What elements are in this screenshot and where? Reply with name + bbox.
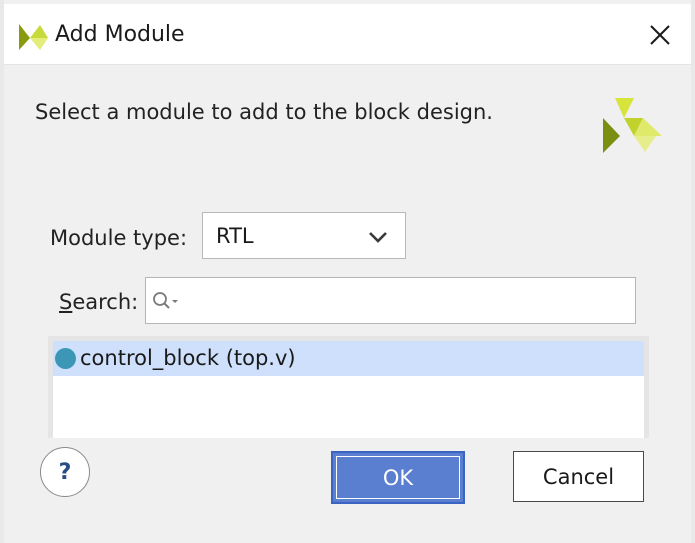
instruction-text: Select a module to add to the block desi… [35,100,493,124]
window-title: Add Module [55,22,185,47]
close-button[interactable] [645,20,675,50]
cancel-button[interactable]: Cancel [513,451,644,502]
help-button[interactable]: ? [40,447,90,497]
search-label-rest: earch: [72,290,139,314]
vivado-logo-icon [603,98,662,153]
ok-button-label: OK [336,456,460,499]
module-list-viewport: control_block (top.v) [53,341,644,438]
module-list[interactable]: control_block (top.v) [48,336,649,438]
vivado-logo-icon [19,24,48,50]
module-type-value: RTL [216,224,254,248]
module-type-label: Module type: [50,226,188,250]
module-status-icon [55,348,76,369]
module-type-select[interactable]: RTL [202,212,406,259]
dialog-border-right [691,0,695,543]
ok-button[interactable]: OK [331,451,465,504]
title-bar: Add Module [4,4,691,65]
list-item-label: control_block (top.v) [80,346,296,370]
search-label: Search: [59,288,138,316]
search-icon [153,292,178,309]
help-icon: ? [58,459,72,485]
list-item[interactable]: control_block (top.v) [53,341,644,376]
search-label-mnemonic: S [59,290,73,314]
chevron-down-icon [369,232,387,243]
dialog-content: Select a module to add to the block desi… [4,65,691,543]
add-module-dialog: Add Module Select a module to add to the… [0,0,695,543]
close-icon [650,25,670,45]
search-field[interactable] [145,277,636,324]
search-input[interactable] [182,284,626,318]
